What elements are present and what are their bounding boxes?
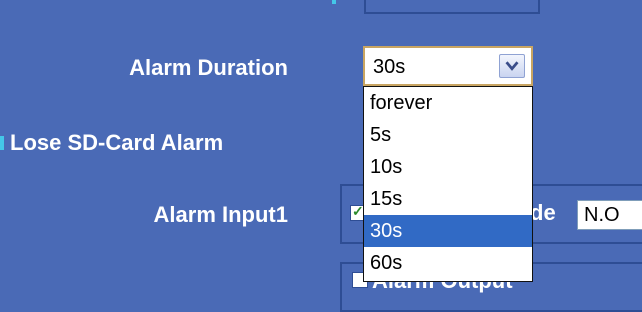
top-control-box	[364, 0, 540, 14]
alarm-settings-page: Alarm Duration Lose SD-Card Alarm Alarm …	[0, 0, 642, 312]
dropdown-option[interactable]: 5s	[364, 119, 532, 151]
dropdown-option[interactable]: 10s	[364, 151, 532, 183]
dropdown-option[interactable]: 15s	[364, 183, 532, 215]
alarm-duration-label: Alarm Duration	[129, 55, 288, 80]
mode-value: N.O	[584, 204, 620, 226]
alarm-duration-value: 30s	[373, 56, 406, 78]
mode-label: de	[530, 200, 556, 225]
dropdown-option[interactable]: 60s	[364, 247, 532, 279]
left-marker	[0, 136, 4, 150]
lose-sd-card-alarm-label: Lose SD-Card Alarm	[10, 130, 224, 155]
alarm-input1-label: Alarm Input1	[153, 202, 288, 227]
dropdown-option[interactable]: forever	[364, 87, 532, 119]
top-marker	[332, 0, 336, 4]
alarm-duration-options: forever 5s 10s 15s 30s 60s	[363, 86, 533, 282]
alarm-duration-select[interactable]: 30s	[363, 46, 533, 86]
dropdown-arrow-button[interactable]	[499, 54, 525, 78]
chevron-down-icon	[505, 61, 519, 71]
mode-select[interactable]: N.O	[577, 200, 642, 230]
dropdown-option-selected[interactable]: 30s	[364, 215, 532, 247]
